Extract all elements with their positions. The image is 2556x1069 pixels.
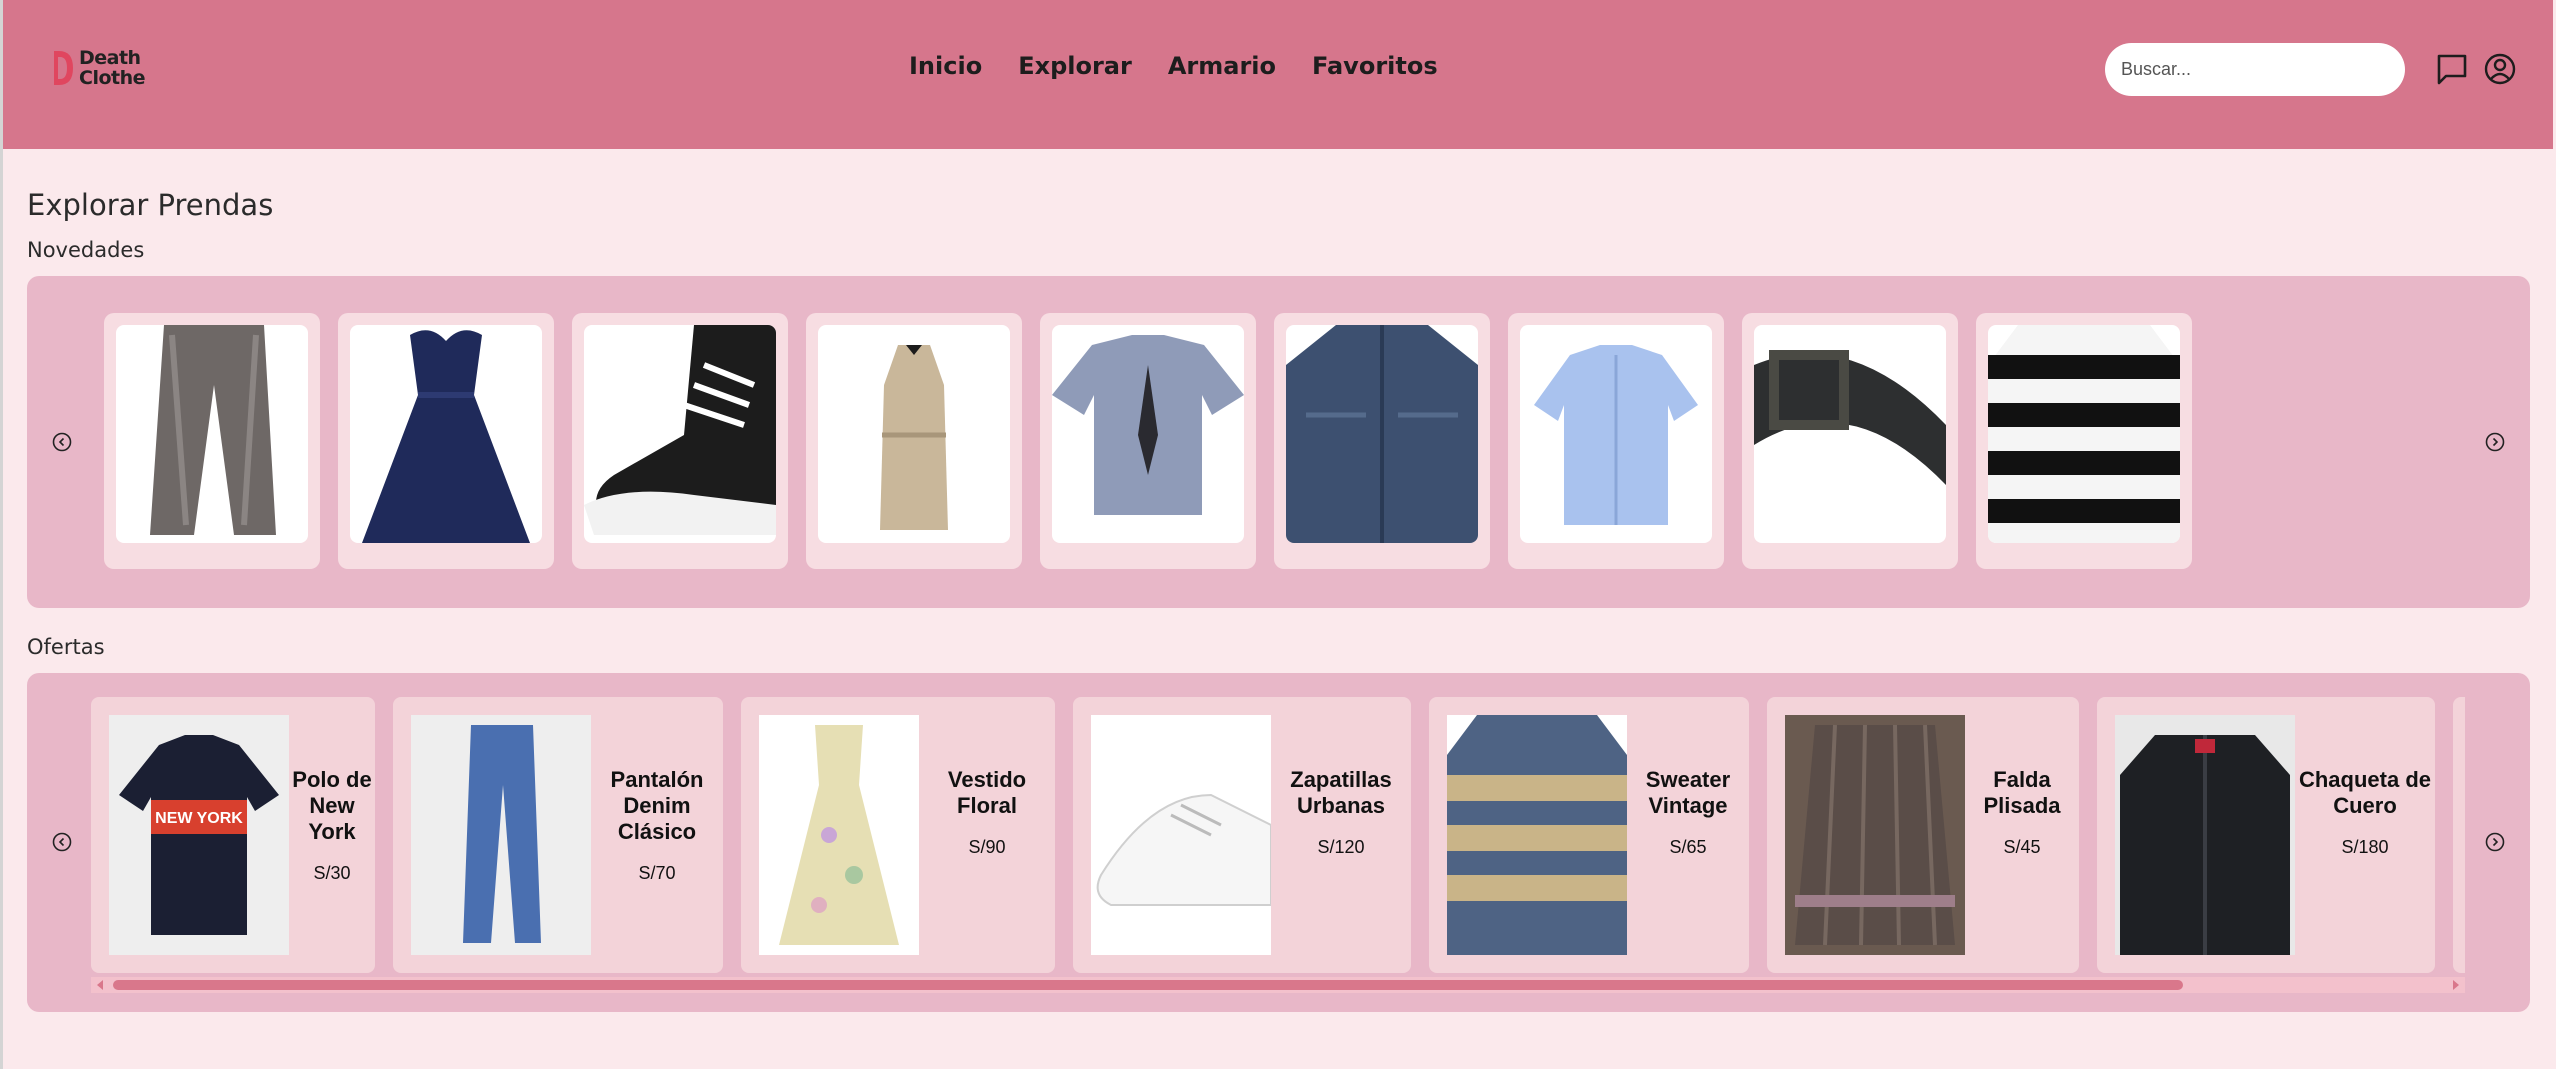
offer-name: Falda Plisada <box>1983 767 2061 818</box>
carousel-next-icon[interactable] <box>2484 431 2506 453</box>
offer-price: S/45 <box>2003 837 2041 857</box>
product-image-tie-dye-shirt <box>1052 325 1244 543</box>
novedades-heading: Novedades <box>27 238 145 262</box>
brand-logo[interactable]: Death Clothe <box>51 47 146 89</box>
product-image-leather-belt <box>1754 325 1946 543</box>
product-image-denim-jacket <box>1286 325 1478 543</box>
product-card[interactable] <box>1040 313 1256 569</box>
scroll-left-icon[interactable] <box>97 980 103 990</box>
product-image-vintage-sweater <box>1447 715 1627 955</box>
brand-name-line2: Clothe <box>79 67 146 89</box>
main-nav: Inicio Explorar Armario Favoritos <box>909 52 1438 80</box>
product-card[interactable] <box>1274 313 1490 569</box>
product-image-blue-shirt <box>1520 325 1712 543</box>
nav-favoritos[interactable]: Favoritos <box>1312 52 1438 80</box>
offer-card[interactable]: Pantalón Denim Clásico S/70 <box>393 697 723 973</box>
product-image-pleated-skirt <box>1785 715 1965 955</box>
offer-name: Polo de New York <box>292 767 372 844</box>
offer-card-partial[interactable] <box>2453 697 2465 973</box>
page: Death Clothe Inicio Explorar Armario Fav… <box>0 0 2556 1069</box>
offer-price: S/30 <box>313 863 351 883</box>
product-card[interactable] <box>104 313 320 569</box>
product-card[interactable] <box>1976 313 2192 569</box>
offer-price: S/65 <box>1669 837 1707 857</box>
ofertas-carousel: NEW YORK Polo de New York S/30 Pantalón … <box>27 673 2530 1012</box>
product-card[interactable] <box>1508 313 1724 569</box>
brand-name-line1: Death <box>79 47 141 69</box>
logo-d-icon <box>54 51 73 85</box>
product-image-navy-polo: NEW YORK <box>109 715 289 955</box>
chat-icon[interactable] <box>2435 52 2469 86</box>
offer-card[interactable]: NEW YORK Polo de New York S/30 <box>91 697 375 973</box>
offer-price: S/70 <box>638 863 676 883</box>
offer-name: Pantalón Denim Clásico <box>610 767 704 844</box>
offer-name: Sweater Vintage <box>1645 767 1731 818</box>
novedades-carousel <box>27 276 2530 608</box>
header: Death Clothe Inicio Explorar Armario Fav… <box>3 0 2553 149</box>
user-account-icon[interactable] <box>2483 52 2517 86</box>
offer-card[interactable]: Vestido Floral S/90 <box>741 697 1055 973</box>
carousel-prev-icon[interactable] <box>51 831 73 853</box>
offers-scrollbar[interactable] <box>91 977 2465 993</box>
nav-explorar[interactable]: Explorar <box>1018 52 1132 80</box>
product-image-navy-gown <box>350 325 542 543</box>
offer-card[interactable]: Sweater Vintage S/65 <box>1429 697 1749 973</box>
product-image-blue-jeans <box>411 715 591 955</box>
product-image-floral-dress <box>759 715 919 955</box>
offer-name: Zapatillas Urbanas <box>1290 767 1392 818</box>
scroll-right-icon[interactable] <box>2453 980 2459 990</box>
nav-armario[interactable]: Armario <box>1168 52 1276 80</box>
offer-price: S/90 <box>968 837 1006 857</box>
offer-price: S/180 <box>2341 837 2389 857</box>
product-image-high-top-sneaker <box>584 325 776 543</box>
offer-name: Chaqueta de Cuero <box>2298 767 2432 818</box>
offer-price: S/120 <box>1317 837 1365 857</box>
ofertas-heading: Ofertas <box>27 635 105 659</box>
product-image-striped-sweater <box>1988 325 2180 543</box>
product-card[interactable] <box>1742 313 1958 569</box>
carousel-prev-icon[interactable] <box>51 431 73 453</box>
offer-card[interactable]: Falda Plisada S/45 <box>1767 697 2079 973</box>
product-image-leather-jacket <box>2115 715 2295 955</box>
product-image-white-sneaker <box>1091 715 1271 955</box>
page-title: Explorar Prendas <box>27 188 274 222</box>
offers-scrollbar-thumb[interactable] <box>113 980 2183 990</box>
product-image-wide-leg-jeans <box>116 325 308 543</box>
nav-inicio[interactable]: Inicio <box>909 52 982 80</box>
search-input[interactable] <box>2105 43 2405 96</box>
offer-card[interactable]: Zapatillas Urbanas S/120 <box>1073 697 1411 973</box>
carousel-next-icon[interactable] <box>2484 831 2506 853</box>
polo-print-text: NEW YORK <box>155 810 243 827</box>
product-card[interactable] <box>806 313 1022 569</box>
product-card[interactable] <box>338 313 554 569</box>
offer-card[interactable]: Chaqueta de Cuero S/180 <box>2097 697 2435 973</box>
offer-name: Vestido Floral <box>947 767 1027 818</box>
product-image-trench-coat <box>818 325 1010 543</box>
product-card[interactable] <box>572 313 788 569</box>
